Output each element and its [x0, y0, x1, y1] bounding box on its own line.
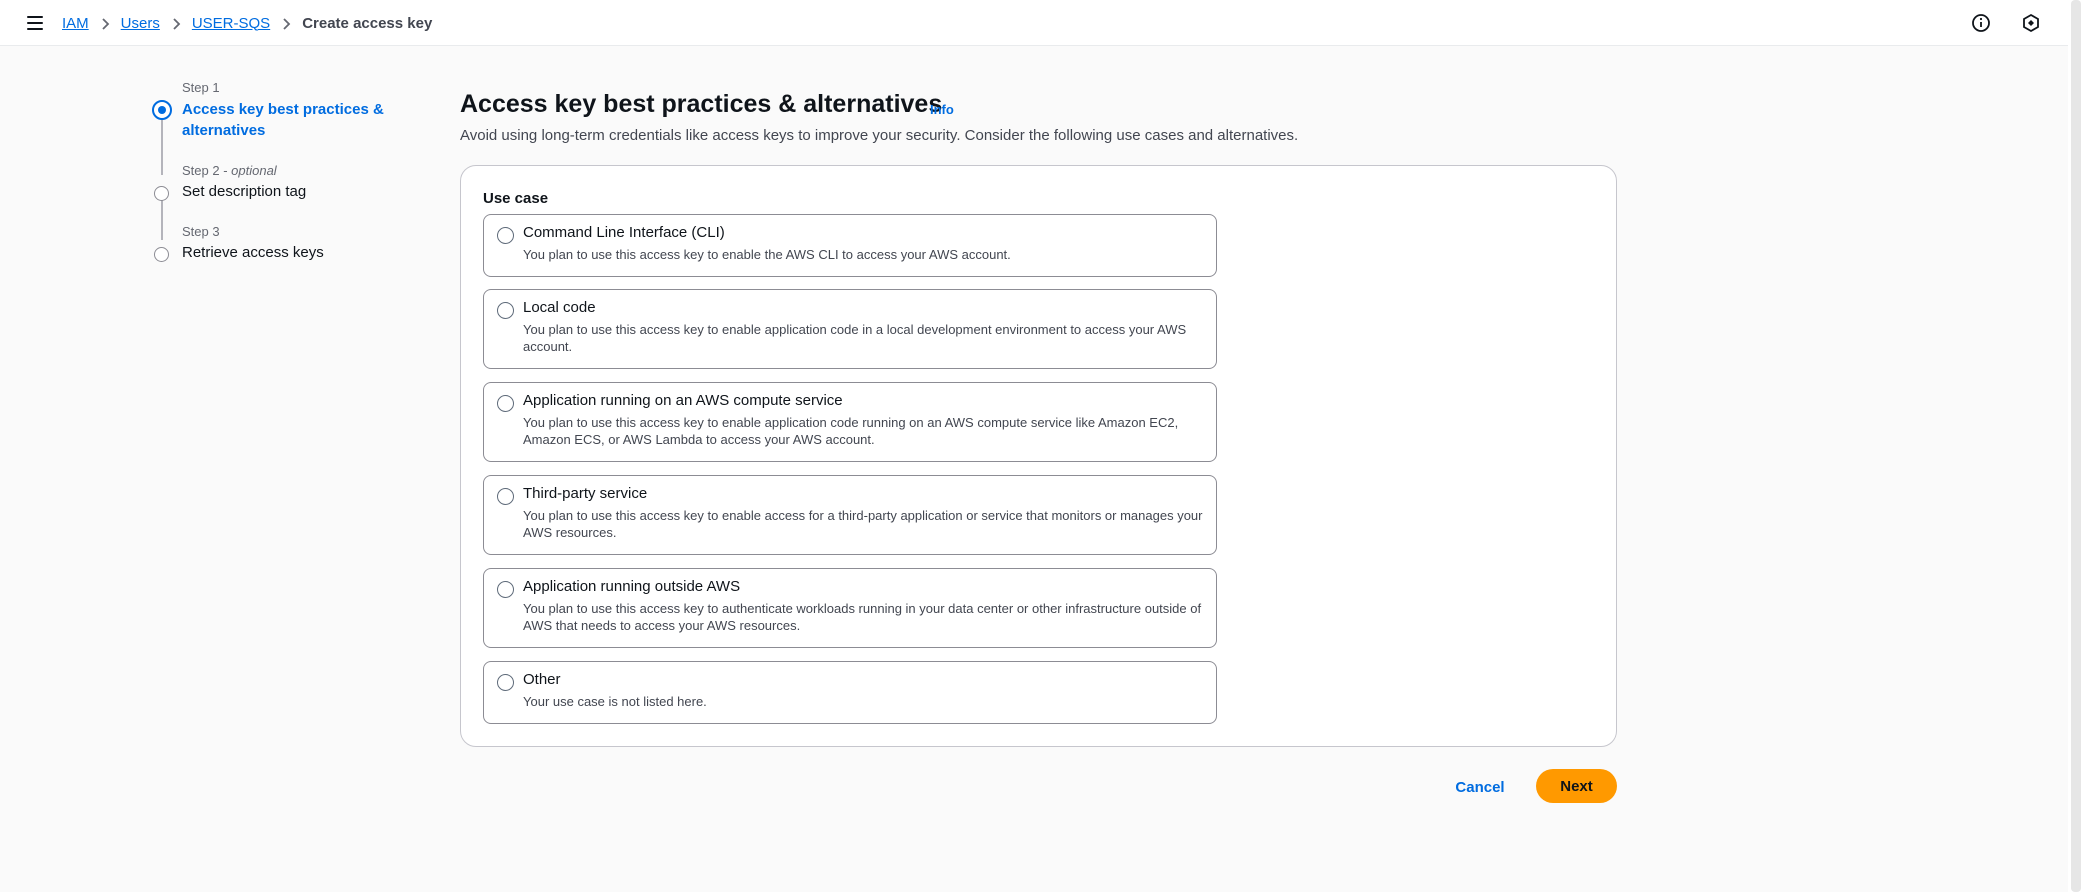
cancel-button[interactable]: Cancel [1440, 770, 1520, 804]
radio-button[interactable] [497, 674, 514, 691]
breadcrumb-iam[interactable]: IAM [62, 15, 89, 32]
breadcrumb-user-sqs[interactable]: USER-SQS [192, 15, 270, 32]
use-case-option-third-party[interactable]: Third-party service You plan to use this… [483, 475, 1217, 555]
step-1-label: Step 1 [182, 80, 220, 95]
option-title: Application running on an AWS compute se… [523, 392, 843, 409]
option-description: You plan to use this access key to enabl… [523, 415, 1179, 447]
option-title: Local code [523, 299, 596, 316]
chevron-right-icon [160, 15, 192, 32]
option-title: Other [523, 671, 561, 688]
option-description: You plan to use this access key to enabl… [523, 247, 1011, 262]
step-connector [161, 200, 163, 240]
step-3-title: Retrieve access keys [182, 244, 324, 261]
radio-button[interactable] [497, 488, 514, 505]
option-description: You plan to use this access key to enabl… [523, 322, 1187, 354]
step-1-title[interactable]: Access key best practices & alternatives [182, 99, 397, 141]
option-description: Your use case is not listed here. [523, 694, 707, 709]
next-button[interactable]: Next [1536, 769, 1617, 803]
option-title: Third-party service [523, 485, 648, 502]
option-title: Command Line Interface (CLI) [523, 224, 725, 241]
use-case-label: Use case [483, 190, 549, 207]
hamburger-menu-icon[interactable] [24, 12, 46, 34]
use-case-option-outside-aws[interactable]: Application running outside AWS You plan… [483, 568, 1217, 648]
chevron-right-icon [89, 15, 121, 32]
chevron-right-icon [270, 15, 302, 32]
radio-button[interactable] [497, 302, 514, 319]
step-2-title: Set description tag [182, 183, 307, 200]
step-3-label: Step 3 [182, 224, 220, 239]
step-2-label: Step 2 - optional [182, 163, 277, 178]
use-case-option-aws-compute[interactable]: Application running on an AWS compute se… [483, 382, 1217, 462]
use-case-option-local-code[interactable]: Local code You plan to use this access k… [483, 289, 1217, 369]
top-navigation-bar: IAM Users USER-SQS Create access key [0, 0, 2068, 46]
option-description: You plan to use this access key to enabl… [523, 508, 1203, 540]
info-circle-icon[interactable] [1970, 12, 1992, 34]
page-description: Avoid using long-term credentials like a… [460, 127, 1299, 144]
use-case-option-cli[interactable]: Command Line Interface (CLI) You plan to… [483, 214, 1217, 277]
step-1-indicator [152, 100, 172, 120]
hexagon-settings-icon[interactable] [2020, 12, 2042, 34]
option-description: You plan to use this access key to authe… [523, 601, 1202, 633]
breadcrumb: IAM Users USER-SQS Create access key [62, 0, 432, 46]
radio-button[interactable] [497, 395, 514, 412]
page-title: Access key best practices & alternatives [460, 90, 943, 118]
scrollbar-thumb[interactable] [2071, 0, 2081, 892]
step-2-indicator [154, 186, 169, 201]
use-case-option-other[interactable]: Other Your use case is not listed here. [483, 661, 1217, 724]
radio-button[interactable] [497, 227, 514, 244]
breadcrumb-users[interactable]: Users [121, 15, 160, 32]
info-link[interactable]: Info [930, 102, 954, 117]
step-3-indicator [154, 247, 169, 262]
breadcrumb-current: Create access key [302, 14, 433, 32]
option-title: Application running outside AWS [523, 578, 741, 595]
radio-button[interactable] [497, 581, 514, 598]
